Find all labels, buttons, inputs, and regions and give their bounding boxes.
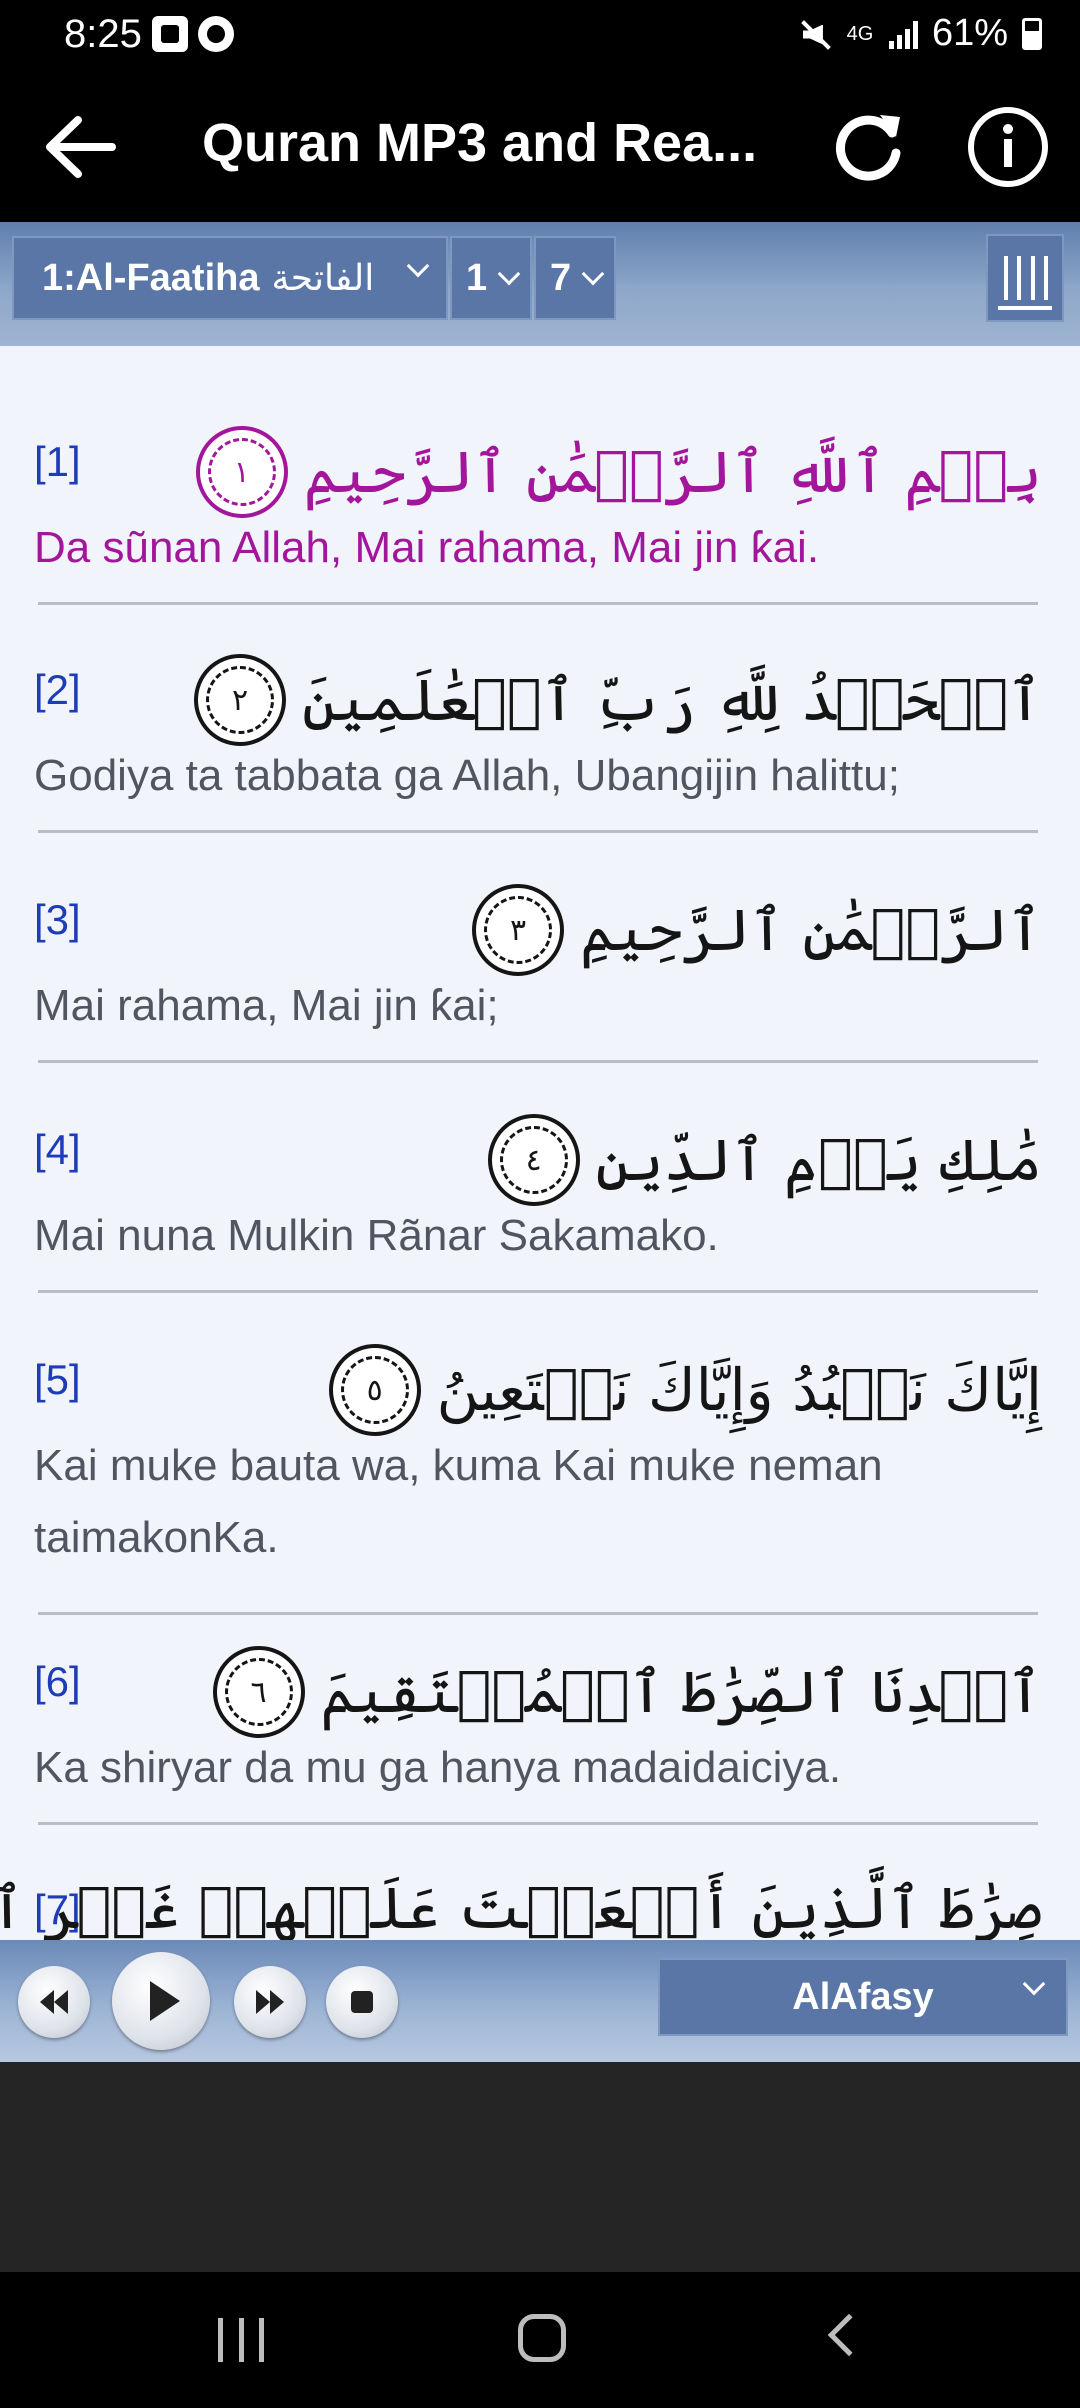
view-options-button[interactable] [986, 234, 1064, 322]
status-time: 8:25 [64, 12, 142, 56]
rewind-icon [40, 1990, 68, 2014]
verse-arabic: ٱلرَّحۡمَٰنِ ٱلرَّحِيمِ [580, 896, 1042, 964]
system-nav-bar [0, 2272, 1080, 2408]
empty-panel [0, 2062, 1080, 2272]
verse-translation: Mai rahama, Mai jin ƙai; [34, 981, 499, 1030]
reciter-name: AlAfasy [792, 1975, 934, 2018]
verse-arabic: بِسۡمِ ٱللَّهِ ٱلرَّحۡمَٰنِ ٱلرَّحِيمِ [303, 438, 1042, 506]
divider [38, 602, 1038, 605]
ayah-from-selector[interactable]: 1 [450, 236, 532, 320]
verse-number: [2] [34, 666, 81, 713]
stop-icon [351, 1991, 373, 2013]
verse-number: [1] [34, 438, 81, 485]
ayah-end-marker-icon: ٤ [487, 1114, 580, 1206]
divider [38, 830, 1038, 833]
divider [38, 1612, 1038, 1615]
notification-icons [152, 16, 234, 52]
audio-player-bar: AlAfasy [0, 1940, 1080, 2062]
verse-number: [6] [34, 1658, 81, 1705]
rewind-button[interactable] [18, 1966, 90, 2038]
network-type: 4G [846, 22, 874, 45]
info-button[interactable] [966, 105, 1050, 189]
refresh-icon [835, 115, 901, 181]
verse-arabic: إِيَّاكَ نَعۡبُدُ وَإِيَّاكَ نَسۡتَعِينُ [436, 1356, 1042, 1424]
divider [38, 1060, 1038, 1063]
app-bar: Quran MP3 and Rea... [0, 72, 1080, 222]
gallery-notification-icon [152, 16, 188, 52]
info-icon [968, 107, 1048, 187]
ayah-from-value: 1 [466, 256, 488, 299]
battery-percent: 61% [931, 12, 1008, 54]
ayah-end-marker-icon: ١ [195, 426, 288, 518]
app-title: Quran MP3 and Rea... [202, 113, 758, 173]
ayah-to-value: 7 [550, 256, 572, 299]
verse-translation: Kai muke bauta wa, kuma Kai muke neman t… [34, 1430, 1034, 1574]
verse-number: [3] [34, 896, 81, 943]
fast-forward-button[interactable] [234, 1966, 306, 2038]
back-nav-button[interactable] [827, 2313, 871, 2357]
ayah-end-marker-icon: ٢ [194, 654, 287, 746]
system-status: 4G 61% [797, 12, 1042, 55]
chevron-down-icon [1022, 1972, 1046, 1996]
verse-translation: Da sũnan Allah, Mai rahama, Mai jin ƙai. [34, 523, 820, 572]
ayah-end-marker-icon: ٥ [328, 1344, 421, 1436]
verse-arabic: ٱلۡحَمۡدُ لِلَّهِ رَبِّ ٱلۡعَٰلَمِينَ [302, 666, 1042, 734]
vertical-bars-icon [1004, 256, 1048, 300]
phone-notification-icon [198, 16, 234, 52]
ayah-to-selector[interactable]: 7 [534, 236, 616, 320]
mute-icon [797, 17, 831, 51]
surah-selector[interactable]: 1:Al-Faatiha الفاتحة [12, 236, 448, 320]
recents-button[interactable] [218, 2318, 264, 2362]
home-button[interactable] [518, 2314, 566, 2362]
ayah-end-marker-icon: ٦ [212, 1646, 305, 1738]
stop-button[interactable] [326, 1966, 398, 2038]
surah-arabic-name: الفاتحة [271, 257, 375, 298]
chevron-down-icon [497, 262, 521, 286]
status-bar: 8:25 4G 61% [0, 0, 1080, 72]
selector-bar: 1:Al-Faatiha الفاتحة 1 7 [0, 222, 1080, 346]
verse-translation: Mai nuna Mulkin Rãnar Sakamako. [34, 1211, 719, 1260]
verse-number: [5] [34, 1356, 81, 1403]
verse-translation-line: taimakonKa. [34, 1513, 279, 1562]
verse-list[interactable]: [1] بِسۡمِ ٱللَّهِ ٱلرَّحۡمَٰنِ ٱلرَّحِي… [0, 346, 1080, 1940]
verse-arabic: مَٰلِكِ يَوۡمِ ٱلدِّينِ [595, 1126, 1042, 1194]
verse-translation: Godiya ta tabbata ga Allah, Ubangijin ha… [34, 751, 900, 800]
arrow-left-icon [46, 116, 116, 178]
play-icon [150, 1981, 180, 2021]
divider [38, 1290, 1038, 1293]
chevron-down-icon [581, 262, 605, 286]
surah-label: 1:Al-Faatiha [42, 256, 260, 299]
battery-icon [1022, 17, 1042, 50]
signal-icon [888, 19, 918, 49]
verse-number: [4] [34, 1126, 81, 1173]
play-button[interactable] [112, 1952, 210, 2050]
verse-translation-line: Kai muke bauta wa, kuma Kai muke neman [34, 1441, 883, 1490]
verse-arabic: صِرَٰطَ ٱلَّذِينَ أَنۡعَمۡتَ عَلَيۡهِمۡ … [0, 1874, 1042, 1940]
chevron-down-icon [406, 254, 430, 278]
verse-translation: Ka shiryar da mu ga hanya madaidaiciya. [34, 1743, 842, 1792]
fast-forward-icon [256, 1990, 284, 2014]
refresh-button[interactable] [830, 105, 910, 185]
reciter-selector[interactable]: AlAfasy [658, 1958, 1068, 2036]
ayah-end-marker-icon: ٣ [472, 884, 565, 976]
verse-arabic: ٱهۡدِنَا ٱلصِّرَٰطَ ٱلۡمُسۡتَقِيمَ [320, 1658, 1043, 1726]
divider [38, 1822, 1038, 1825]
back-button[interactable] [40, 112, 120, 182]
